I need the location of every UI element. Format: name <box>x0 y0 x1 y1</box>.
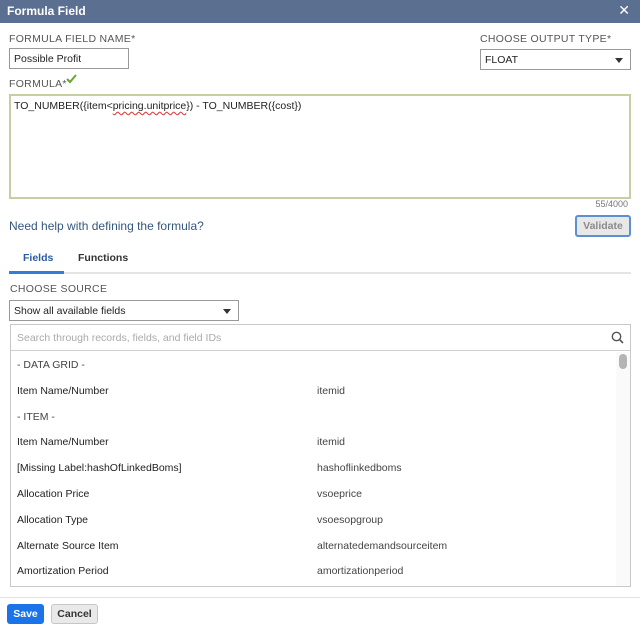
formula-text-part-3: }) - TO_NUMBER({cost}) <box>186 100 302 112</box>
chevron-down-icon <box>223 309 231 314</box>
field-search-row <box>11 325 630 351</box>
formula-text-spellcheck: pricing.unitprice <box>112 100 187 112</box>
output-type-select[interactable]: FLOAT <box>480 49 631 70</box>
choose-source-label: CHOOSE SOURCE <box>10 283 108 295</box>
list-item[interactable]: Allocation Price vsoeprice <box>11 481 616 507</box>
check-icon <box>66 74 77 84</box>
footer-divider <box>0 597 640 598</box>
list-item[interactable]: Item Name/Number itemid <box>11 378 616 404</box>
formula-name-label: FORMULA FIELD NAME* <box>9 33 136 45</box>
output-type-value: FLOAT <box>485 54 519 66</box>
output-type-label: CHOOSE OUTPUT TYPE* <box>480 33 612 45</box>
save-button[interactable]: Save <box>7 604 44 624</box>
field-list: - DATA GRID - Item Name/Number itemid - I… <box>11 352 616 586</box>
chevron-down-icon <box>615 58 623 63</box>
formula-text-part-1: TO_NUMBER({item< <box>14 100 113 112</box>
validate-button[interactable]: Validate <box>575 215 631 237</box>
formula-editor[interactable]: TO_NUMBER({item<pricing.unitprice}) - TO… <box>9 94 631 199</box>
formula-label: FORMULA* <box>9 78 67 90</box>
group-header-item: - ITEM - <box>17 410 55 423</box>
source-select-value: Show all available fields <box>14 305 126 317</box>
list-item[interactable]: [Missing Label:hashOfLinkedBoms] hashofli… <box>11 455 616 481</box>
source-select[interactable]: Show all available fields <box>9 300 239 321</box>
dialog-title: Formula Field <box>7 4 86 18</box>
group-header-data-grid: - DATA GRID - <box>17 359 85 371</box>
cancel-button[interactable]: Cancel <box>51 604 98 624</box>
tab-fields[interactable]: Fields <box>23 252 53 264</box>
close-icon[interactable]: ✕ <box>618 3 630 17</box>
list-item[interactable]: Amortization Period amortizationperiod <box>11 558 616 584</box>
char-counter: 55/4000 <box>595 199 628 209</box>
tabs-divider <box>9 272 631 274</box>
scrollbar-thumb[interactable] <box>619 354 627 369</box>
formula-help-link[interactable]: Need help with defining the formula? <box>9 219 204 233</box>
field-list-scrollbar[interactable] <box>616 352 630 586</box>
list-item[interactable]: Item Name/Number itemid <box>11 429 616 455</box>
formula-name-input[interactable]: Possible Profit <box>9 48 129 69</box>
tab-functions[interactable]: Functions <box>78 252 128 264</box>
field-list-panel: - DATA GRID - Item Name/Numberitemid - I… <box>10 324 631 587</box>
list-item[interactable]: Allocation Type vsoesopgroup <box>11 507 616 533</box>
active-tab-indicator <box>9 271 64 274</box>
dialog-titlebar: Formula Field ✕ <box>0 0 640 23</box>
field-search-input[interactable] <box>11 325 601 350</box>
search-icon[interactable] <box>611 331 624 344</box>
list-item[interactable]: Alternate Source Item alternatedemandsour… <box>11 533 616 559</box>
